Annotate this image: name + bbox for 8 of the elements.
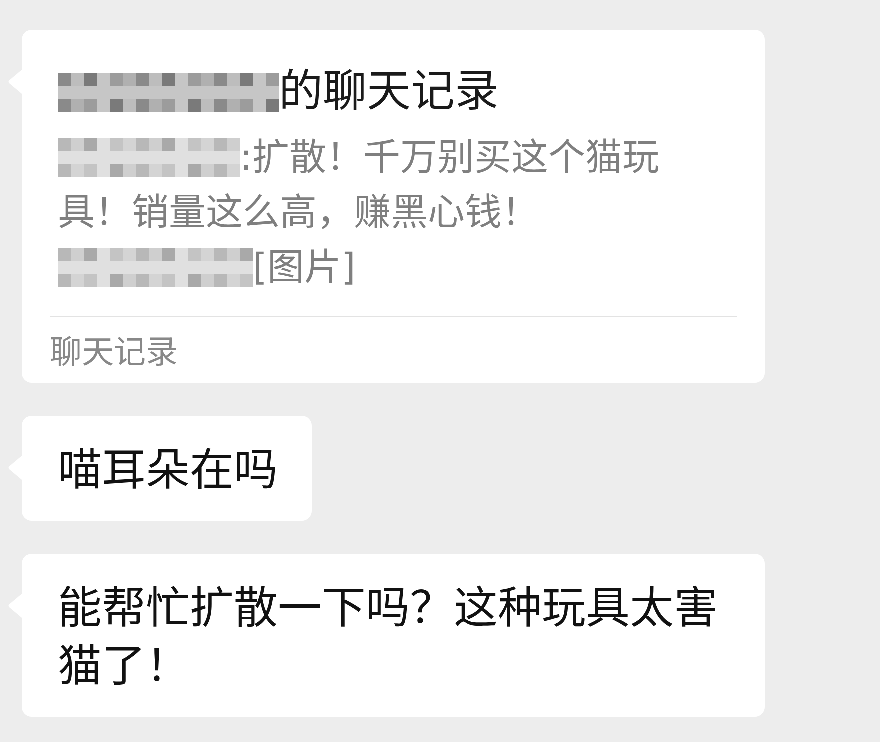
- record-preview-text: [图片]: [253, 245, 356, 291]
- chat-bubble[interactable]: 的聊天记录 :扩散！千万别买这个猫玩 具！销量这么高，赚黑心钱！ [图片] 聊天记录: [22, 30, 765, 383]
- chat-record-label: 聊天记录: [50, 332, 178, 372]
- record-preview-text: :扩散！千万别买这个猫玩: [240, 135, 660, 181]
- message-text: 喵耳朵在吗: [58, 444, 278, 498]
- message-text: 能帮忙扩散一下吗？这种玩具太害猫了！: [58, 582, 719, 694]
- chat-record-title: 的聊天记录: [279, 65, 499, 119]
- record-preview-text: 具！销量这么高，赚黑心钱！: [58, 190, 539, 236]
